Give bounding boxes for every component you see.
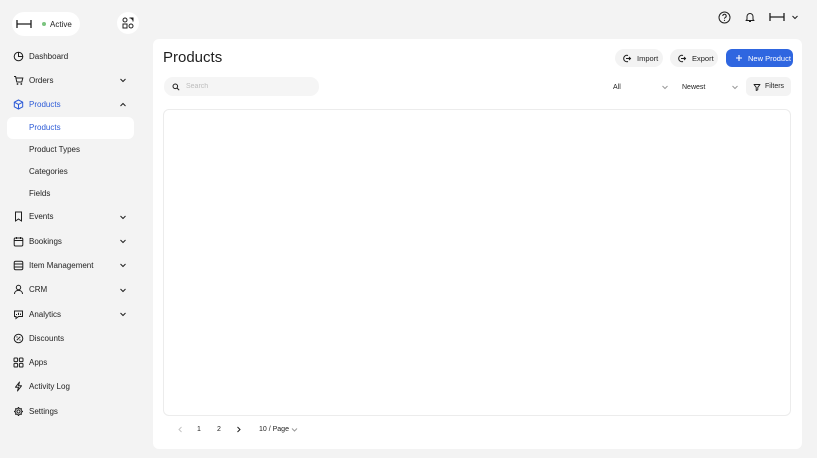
search-icon: [172, 83, 180, 91]
brand-logo-icon: [16, 16, 32, 32]
dashboard-icon: [13, 51, 24, 62]
chevron-down-icon: [119, 237, 127, 245]
user-icon: [13, 284, 24, 295]
sidebar-nav: Dashboard Orders Products Products Produ…: [0, 44, 145, 424]
chevron-down-icon: [119, 213, 127, 221]
sidebar-item-label: Activity Log: [29, 382, 70, 392]
sidebar-item-label: Analytics: [29, 309, 62, 319]
avatar-logo-icon: [769, 13, 785, 21]
chevron-down-icon: [792, 15, 798, 20]
sidebar-item-label: Products: [29, 100, 61, 110]
import-button[interactable]: Import: [615, 49, 663, 67]
sidebar-item-events[interactable]: Events: [0, 205, 145, 229]
sidebar-item-activity-log[interactable]: Activity Log: [0, 375, 145, 399]
page-size-value: 10 / Page: [259, 425, 289, 433]
bookmark-icon: [13, 211, 24, 223]
page-title: Products: [163, 49, 223, 66]
sidebar-item-settings[interactable]: Settings: [0, 399, 145, 423]
sidebar-item-label: Item Management: [29, 260, 94, 270]
filter-icon: [753, 83, 761, 91]
sidebar-item-item-management[interactable]: Item Management: [0, 253, 145, 277]
chevron-down-icon: [731, 83, 739, 91]
products-table: [163, 109, 791, 416]
sidebar-subitem-label: Fields: [29, 189, 51, 199]
search-box[interactable]: [164, 77, 319, 96]
discount-icon: [13, 333, 24, 344]
sidebar-item-discounts[interactable]: Discounts: [0, 326, 145, 350]
status-select-value: All: [613, 83, 621, 91]
prev-page-button[interactable]: [175, 422, 185, 436]
next-page-button[interactable]: [233, 422, 243, 436]
sort-select[interactable]: Newest: [682, 79, 739, 95]
chart-icon: [13, 309, 24, 320]
sidebar-item-orders[interactable]: Orders: [0, 68, 145, 92]
sidebar-item-label: CRM: [29, 285, 48, 295]
sidebar-subitem-label: Product Types: [29, 145, 80, 155]
apps-icon: [13, 357, 24, 368]
calendar-icon: [13, 236, 24, 247]
status-select[interactable]: All: [613, 79, 669, 95]
new-product-label: New Product: [748, 53, 791, 63]
bell-icon: [745, 13, 755, 22]
chevron-down-icon: [119, 261, 127, 269]
cart-icon: [13, 75, 24, 86]
sidebar-subitem-label: Products: [29, 123, 61, 133]
shapes-icon: [122, 17, 134, 29]
sidebar-subitem-products[interactable]: Products: [7, 116, 134, 139]
gear-icon: [13, 406, 24, 417]
sidebar-subitem-label: Categories: [29, 167, 68, 177]
page-size-select[interactable]: 10 / Page: [259, 422, 301, 436]
chevron-right-icon: [236, 426, 241, 432]
plus-icon: [734, 54, 743, 63]
sidebar-item-apps[interactable]: Apps: [0, 351, 145, 375]
box-icon: [13, 99, 24, 110]
sidebar-item-label: Orders: [29, 75, 54, 85]
import-icon: [623, 54, 632, 63]
notifications-button[interactable]: [741, 8, 759, 26]
account-menu[interactable]: [767, 8, 801, 26]
chevron-left-icon: [177, 426, 182, 432]
sidebar-item-label: Dashboard: [29, 51, 69, 61]
sidebar-item-bookings[interactable]: Bookings: [0, 229, 145, 253]
sidebar-item-products[interactable]: Products: [0, 93, 145, 117]
filters-label: Filters: [765, 83, 785, 90]
new-product-button[interactable]: New Product: [726, 49, 793, 67]
chevron-down-icon: [119, 76, 127, 84]
sidebar-item-label: Apps: [29, 358, 48, 368]
search-input[interactable]: [184, 82, 318, 91]
export-button[interactable]: Export: [670, 49, 718, 67]
sidebar-item-label: Settings: [29, 406, 58, 416]
chevron-down-icon: [119, 286, 127, 294]
chevron-down-icon: [661, 83, 669, 91]
main-panel: Products Import Export New Product All N…: [153, 39, 802, 449]
chevron-down-icon: [119, 310, 127, 318]
help-icon: [718, 11, 730, 23]
chevron-down-icon: [291, 427, 298, 432]
sidebar-item-label: Bookings: [29, 236, 62, 246]
sidebar: Active Dashboard Orders Products Product…: [0, 0, 145, 458]
database-icon: [13, 260, 24, 271]
status-label: Active: [50, 19, 72, 29]
sidebar-subitem-product-types[interactable]: Product Types: [0, 139, 145, 161]
sort-select-value: Newest: [682, 83, 706, 91]
sidebar-item-label: Events: [29, 212, 54, 222]
page-2-button[interactable]: 2: [213, 422, 225, 436]
export-icon: [678, 54, 687, 63]
app-switcher-button[interactable]: [117, 12, 139, 34]
sidebar-item-analytics[interactable]: Analytics: [0, 302, 145, 326]
bolt-icon: [13, 381, 24, 392]
sidebar-subitem-categories[interactable]: Categories: [0, 161, 145, 183]
page-1-button[interactable]: 1: [193, 422, 205, 436]
status-dot: [42, 22, 46, 26]
export-label: Export: [692, 53, 714, 63]
chevron-up-icon: [119, 101, 127, 109]
help-button[interactable]: [715, 8, 733, 26]
workspace-badge[interactable]: Active: [12, 12, 80, 36]
filters-button[interactable]: Filters: [746, 77, 791, 96]
sidebar-subitem-fields[interactable]: Fields: [0, 183, 145, 205]
import-label: Import: [637, 53, 659, 63]
sidebar-item-label: Discounts: [29, 333, 65, 343]
sidebar-item-crm[interactable]: CRM: [0, 278, 145, 302]
sidebar-item-dashboard[interactable]: Dashboard: [0, 44, 145, 68]
